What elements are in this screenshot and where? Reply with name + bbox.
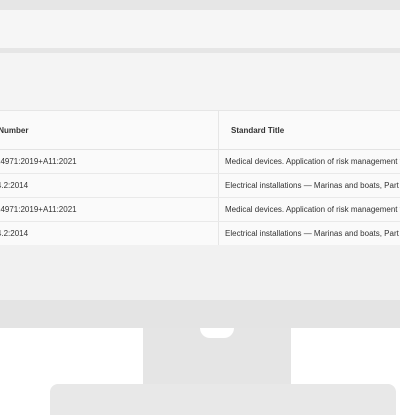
table-row[interactable]: 004.2:2014 Electrical installations — Ma… bbox=[0, 173, 400, 198]
column-header-label: rd Number bbox=[0, 125, 29, 135]
table-row[interactable]: D 14971:2019+A11:2021 Medical devices. A… bbox=[0, 197, 400, 222]
header-panel bbox=[0, 53, 400, 110]
table-header-row: rd Number Standard Title bbox=[0, 111, 400, 150]
cell-standard-title: Medical devices. Application of risk man… bbox=[218, 197, 400, 222]
column-header-standard-number[interactable]: rd Number bbox=[0, 111, 219, 150]
table-row[interactable]: D 14971:2019+A11:2021 Medical devices. A… bbox=[0, 149, 400, 174]
cell-standard-number: D 14971:2019+A11:2021 bbox=[0, 149, 219, 174]
cell-standard-number: D 14971:2019+A11:2021 bbox=[0, 197, 219, 222]
cell-standard-number: 004.2:2014 bbox=[0, 173, 219, 198]
table-row[interactable]: 004.2:2014 Electrical installations — Ma… bbox=[0, 221, 400, 246]
empty-content-area bbox=[0, 245, 400, 301]
standards-table-container: rd Number Standard Title D 14971:2019+A1… bbox=[0, 111, 400, 246]
cell-standard-title: Medical devices. Application of risk man… bbox=[218, 149, 400, 174]
cell-standard-title: Electrical installations — Marinas and b… bbox=[218, 221, 400, 246]
cell-standard-title: Electrical installations — Marinas and b… bbox=[218, 173, 400, 198]
monitor-bezel bbox=[0, 300, 400, 328]
top-bar bbox=[0, 10, 400, 48]
monitor-screen: rd Number Standard Title D 14971:2019+A1… bbox=[0, 0, 400, 328]
cell-standard-number: 004.2:2014 bbox=[0, 221, 219, 246]
standards-table: rd Number Standard Title D 14971:2019+A1… bbox=[0, 111, 400, 246]
column-header-standard-title[interactable]: Standard Title bbox=[218, 111, 400, 150]
stand-notch bbox=[200, 328, 234, 338]
monitor-base bbox=[50, 384, 396, 415]
